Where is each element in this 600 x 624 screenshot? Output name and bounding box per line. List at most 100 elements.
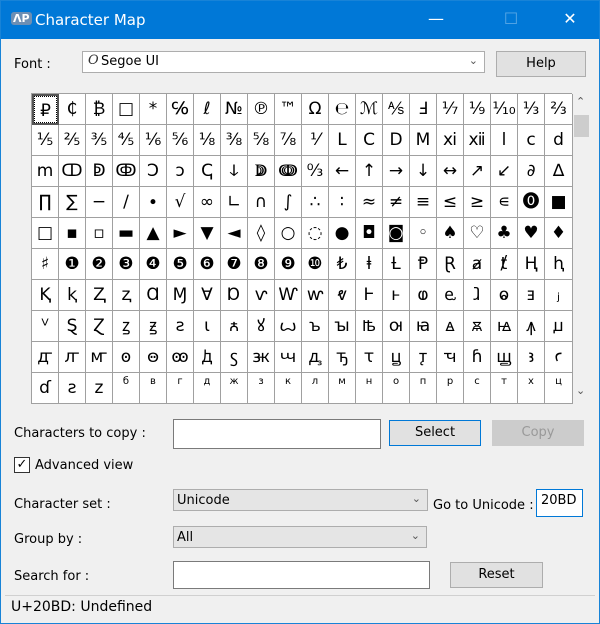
character-cell[interactable]: п bbox=[410, 373, 437, 404]
character-cell[interactable]: Ↄ bbox=[140, 156, 167, 187]
character-cell[interactable]: ⅻ bbox=[464, 125, 491, 156]
reset-button[interactable]: Reset bbox=[450, 562, 543, 588]
character-cell[interactable]: ∫ bbox=[275, 187, 302, 218]
character-cell[interactable]: о bbox=[383, 373, 410, 404]
advanced-view-checkbox[interactable]: ✓ bbox=[14, 457, 30, 473]
character-cell[interactable]: л bbox=[302, 373, 329, 404]
character-cell[interactable]: ꙛ bbox=[464, 311, 491, 342]
character-cell[interactable]: ж bbox=[221, 373, 248, 404]
character-cell[interactable]: ⅗ bbox=[86, 125, 113, 156]
character-cell[interactable]: ❺ bbox=[167, 249, 194, 280]
character-cell[interactable]: ⱡ bbox=[356, 249, 383, 280]
character-cell[interactable]: Ɐ bbox=[194, 280, 221, 311]
character-cell[interactable]: Ⱨ bbox=[518, 249, 545, 280]
character-cell[interactable]: т bbox=[491, 373, 518, 404]
character-cell[interactable]: ❽ bbox=[248, 249, 275, 280]
character-cell[interactable]: ● bbox=[329, 218, 356, 249]
character-cell[interactable]: ꙅ bbox=[167, 311, 194, 342]
character-cell[interactable]: ▬ bbox=[113, 218, 140, 249]
character-cell[interactable]: ⱹ bbox=[464, 280, 491, 311]
character-cell[interactable]: √ bbox=[167, 187, 194, 218]
character-cell[interactable]: ► bbox=[167, 218, 194, 249]
character-cell[interactable]: ⅚ bbox=[167, 125, 194, 156]
character-cell[interactable]: ⅔ bbox=[545, 94, 573, 125]
character-cell[interactable]: ꙃ bbox=[140, 311, 167, 342]
character-cell[interactable]: ꙙ bbox=[437, 311, 464, 342]
character-cell[interactable]: ⱥ bbox=[464, 249, 491, 280]
character-cell[interactable]: № bbox=[221, 94, 248, 125]
character-cell[interactable]: ℓ bbox=[194, 94, 221, 125]
character-cell[interactable]: ▪ bbox=[59, 218, 86, 249]
character-cell[interactable]: ⅜ bbox=[221, 125, 248, 156]
character-cell[interactable]: ▲ bbox=[140, 218, 167, 249]
character-cell[interactable]: ꚓ bbox=[437, 342, 464, 373]
character-cell[interactable]: ꚑ bbox=[410, 342, 437, 373]
character-cell[interactable]: ◄ bbox=[221, 218, 248, 249]
character-cell[interactable]: в bbox=[140, 373, 167, 404]
character-cell[interactable]: Ⱳ bbox=[275, 280, 302, 311]
character-cell[interactable]: ◌ bbox=[302, 218, 329, 249]
character-cell[interactable]: ▼ bbox=[194, 218, 221, 249]
character-cell[interactable]: Ⅼ bbox=[329, 125, 356, 156]
character-cell[interactable]: ∊ bbox=[491, 187, 518, 218]
character-cell[interactable]: ц bbox=[545, 373, 573, 404]
character-cell[interactable]: Ⅾ bbox=[383, 125, 410, 156]
character-cell[interactable]: ∟ bbox=[221, 187, 248, 218]
character-cell[interactable]: □ bbox=[32, 218, 59, 249]
character-cell[interactable]: * bbox=[140, 94, 167, 125]
character-cell[interactable]: Ⅿ bbox=[410, 125, 437, 156]
character-cell[interactable]: з bbox=[248, 373, 275, 404]
character-cell[interactable]: Ɱ bbox=[167, 280, 194, 311]
character-cell[interactable]: ↔ bbox=[437, 156, 464, 187]
character-cell[interactable]: ⱷ bbox=[410, 280, 437, 311]
character-cell[interactable]: с bbox=[464, 373, 491, 404]
character-cell[interactable]: ⱺ bbox=[491, 280, 518, 311]
character-cell[interactable]: ⅛ bbox=[194, 125, 221, 156]
character-cell[interactable]: ⱼ bbox=[545, 280, 573, 311]
character-cell[interactable]: ↑ bbox=[356, 156, 383, 187]
character-cell[interactable]: ↙ bbox=[491, 156, 518, 187]
character-cell[interactable]: ❸ bbox=[113, 249, 140, 280]
go-to-unicode-input[interactable]: 20BD bbox=[536, 489, 583, 517]
character-cell[interactable]: ❼ bbox=[221, 249, 248, 280]
character-cell[interactable]: ⅓ bbox=[518, 94, 545, 125]
character-cell[interactable]: ♦ bbox=[545, 218, 573, 249]
character-cell[interactable]: ♣ bbox=[491, 218, 518, 249]
character-cell[interactable]: ❻ bbox=[194, 249, 221, 280]
character-cell[interactable]: ↄ bbox=[167, 156, 194, 187]
character-cell[interactable]: ∆ bbox=[545, 156, 573, 187]
character-cell[interactable]: ꙕ bbox=[383, 311, 410, 342]
character-cell[interactable]: ◊ bbox=[248, 218, 275, 249]
character-cell[interactable]: ↉ bbox=[302, 156, 329, 187]
character-cell[interactable]: ∩ bbox=[248, 187, 275, 218]
character-cell[interactable]: ꙁ bbox=[113, 311, 140, 342]
character-cell[interactable]: ™ bbox=[275, 94, 302, 125]
character-cell[interactable]: б bbox=[113, 373, 140, 404]
character-cell[interactable]: ⱽ bbox=[32, 311, 59, 342]
character-cell[interactable]: ≥ bbox=[464, 187, 491, 218]
character-cell[interactable]: ꚗ bbox=[491, 342, 518, 373]
character-cell[interactable]: ꜥ bbox=[545, 342, 573, 373]
scroll-thumb[interactable] bbox=[574, 115, 589, 137]
character-cell[interactable]: ꙍ bbox=[275, 311, 302, 342]
character-cell[interactable]: ꚇ bbox=[275, 342, 302, 373]
character-cell[interactable]: ꙓ bbox=[356, 311, 383, 342]
character-cell[interactable]: ꚅ bbox=[248, 342, 275, 373]
character-cell[interactable]: ⅑ bbox=[464, 94, 491, 125]
character-cell[interactable]: Ɑ bbox=[140, 280, 167, 311]
character-cell[interactable]: Ȿ bbox=[59, 311, 86, 342]
character-cell[interactable]: ꙝ bbox=[491, 311, 518, 342]
character-cell[interactable]: ꙫ bbox=[140, 342, 167, 373]
group-by-dropdown[interactable]: All ⌄ bbox=[173, 526, 427, 548]
search-input[interactable] bbox=[173, 561, 430, 589]
character-cell[interactable]: ⅞ bbox=[275, 125, 302, 156]
character-cell[interactable]: ❾ bbox=[275, 249, 302, 280]
character-cell[interactable]: ↓ bbox=[410, 156, 437, 187]
grid-scrollbar[interactable]: ⌃ ⌄ bbox=[573, 93, 590, 404]
character-cell[interactable]: ⱨ bbox=[545, 249, 573, 280]
character-cell[interactable]: ≈ bbox=[356, 187, 383, 218]
character-cell[interactable]: ∞ bbox=[194, 187, 221, 218]
character-cell[interactable]: Ⱬ bbox=[86, 280, 113, 311]
character-cell[interactable]: ⅾ bbox=[545, 125, 573, 156]
character-cell[interactable]: ꙏ bbox=[302, 311, 329, 342]
